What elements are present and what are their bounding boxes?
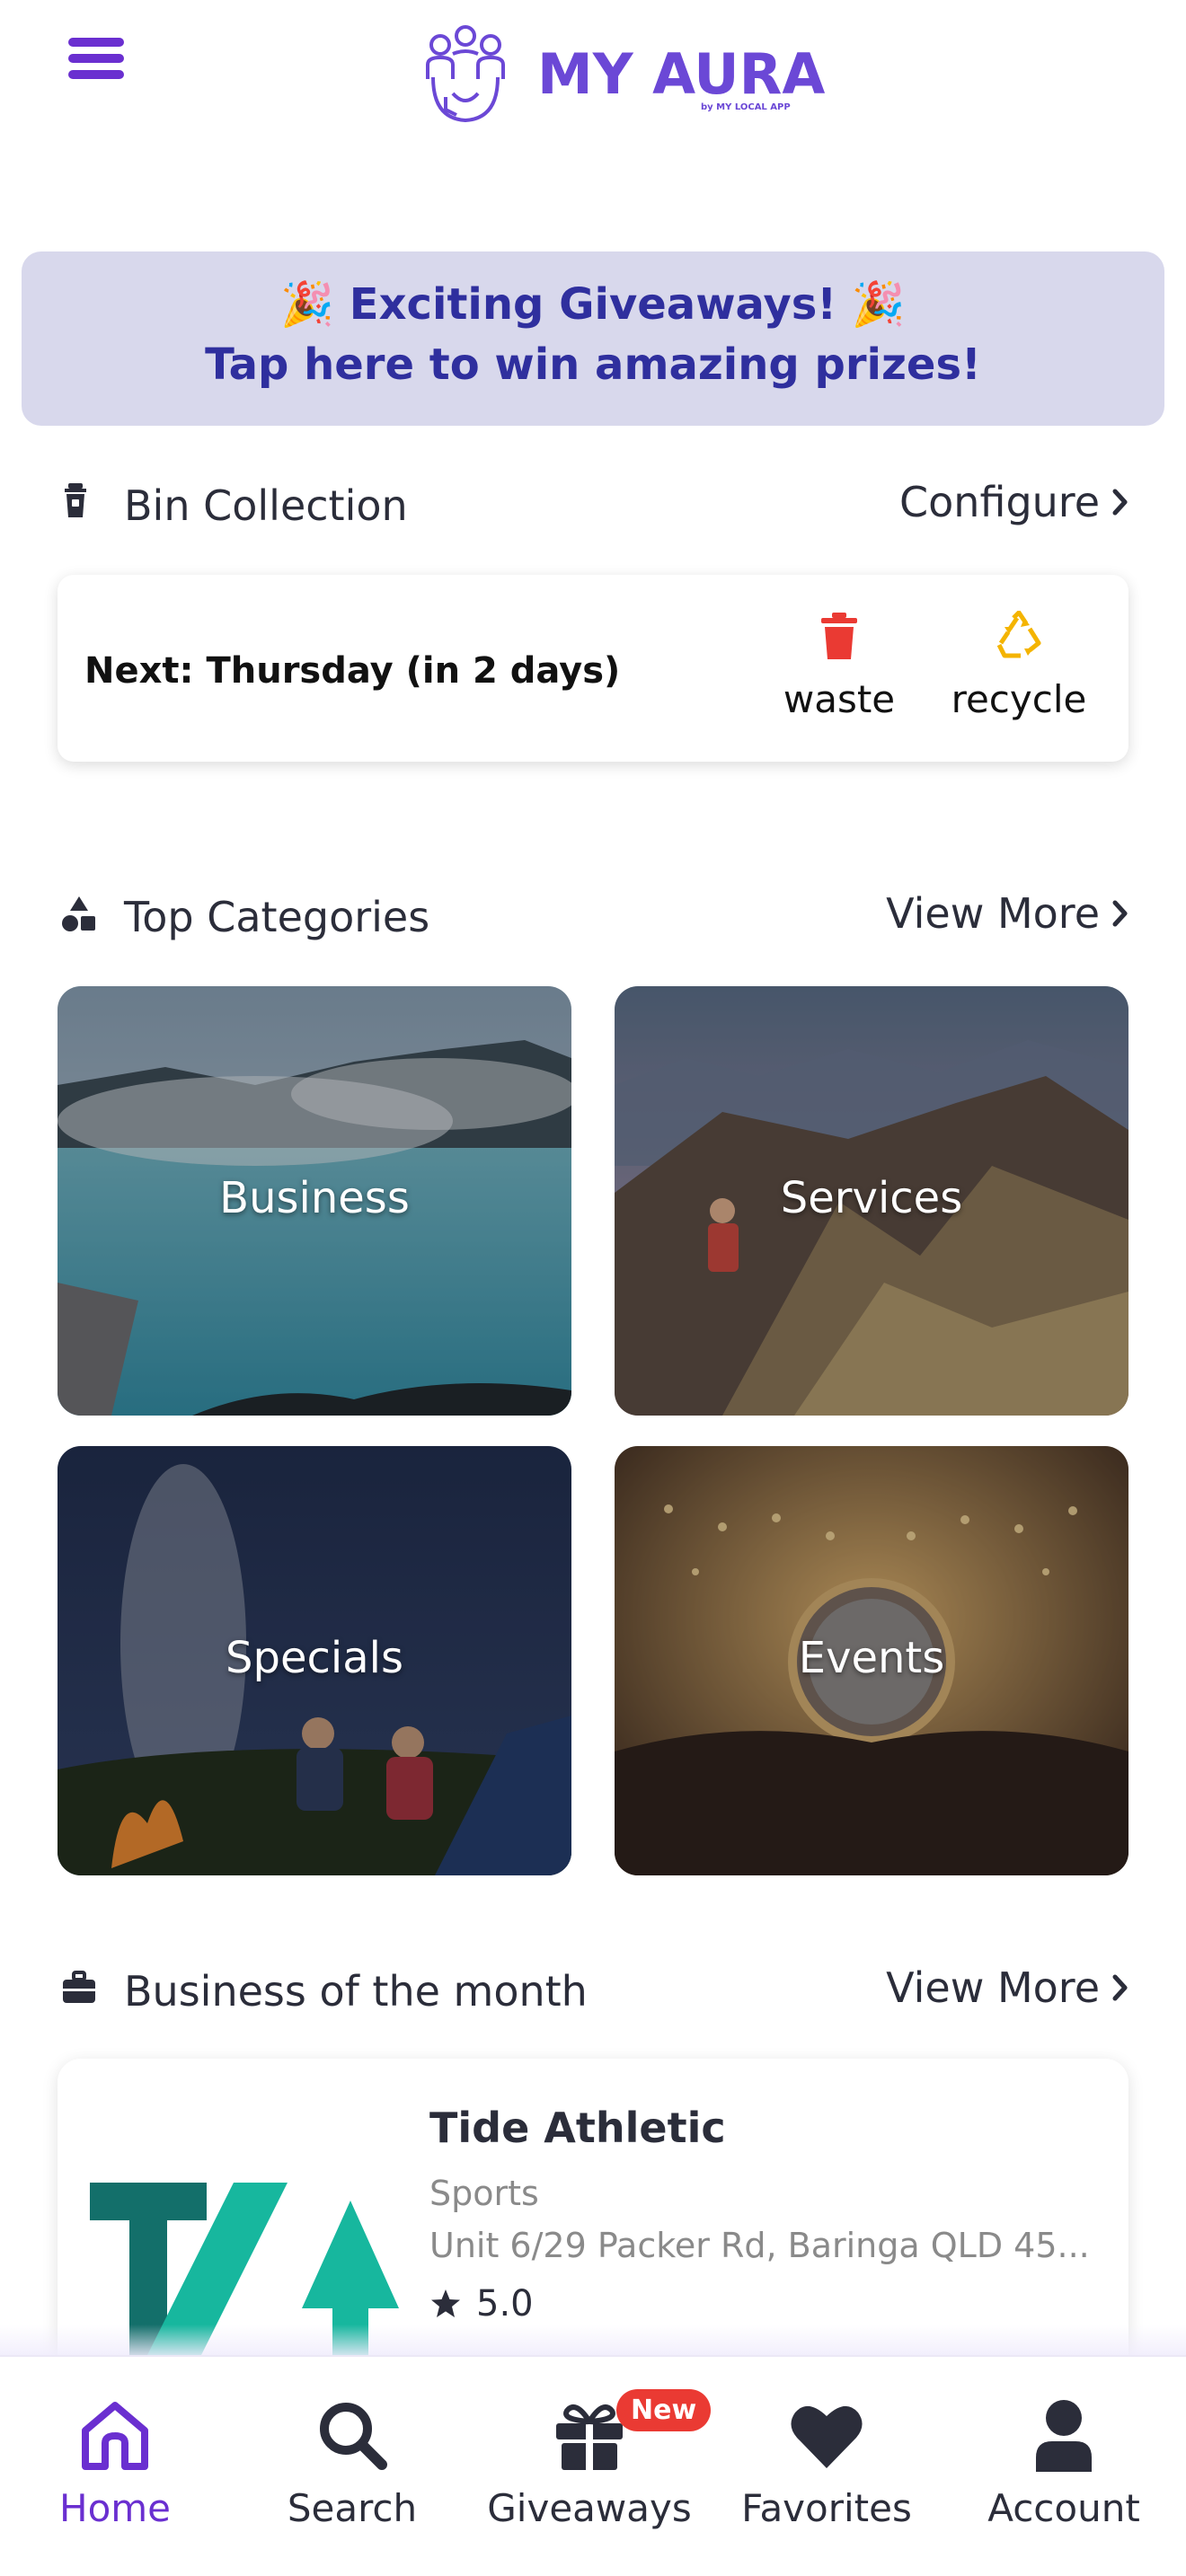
category-label: Specials <box>226 1633 403 1683</box>
bin-type-label: waste <box>783 677 896 721</box>
user-icon <box>1036 2400 1092 2472</box>
search-icon <box>320 2403 387 2470</box>
category-label: Events <box>798 1633 945 1683</box>
bin-collection-header: Bin Collection Configure <box>58 476 1128 539</box>
heart-icon <box>791 2405 863 2468</box>
logo-text: MY AURA <box>537 41 826 107</box>
home-icon <box>82 2402 148 2470</box>
bin-collection-card[interactable]: Next: Thursday (in 2 days) waste recycle <box>58 575 1128 762</box>
business-rating: 5.0 <box>429 2283 534 2325</box>
category-label: Services <box>780 1173 963 1223</box>
next-collection-text: Next: Thursday (in 2 days) <box>84 650 621 692</box>
nav-label: Search <box>287 2486 418 2530</box>
hamburger-menu-icon[interactable] <box>65 34 128 84</box>
view-more-label: View More <box>886 889 1100 938</box>
app-logo: MY AURA by MY LOCAL APP <box>420 23 825 131</box>
category-tile-business[interactable]: Business <box>58 986 571 1416</box>
chevron-right-icon <box>1112 900 1128 927</box>
giveaways-banner[interactable]: 🎉 Exciting Giveaways! 🎉 Tap here to win … <box>22 251 1164 426</box>
rating-value: 5.0 <box>476 2283 534 2325</box>
nav-label: Favorites <box>741 2486 912 2530</box>
trash-can-icon <box>821 613 857 659</box>
view-more-label: View More <box>886 1963 1100 2012</box>
nav-search[interactable]: Search <box>244 2395 460 2530</box>
category-tile-events[interactable]: Events <box>615 1446 1128 1875</box>
view-more-categories-link[interactable]: View More <box>886 889 1128 938</box>
nav-label: Account <box>987 2486 1140 2530</box>
category-tile-specials[interactable]: Specials <box>58 1446 571 1875</box>
logo-people-icon <box>426 25 505 123</box>
view-more-business-link[interactable]: View More <box>886 1963 1128 2012</box>
configure-link[interactable]: Configure <box>899 478 1128 526</box>
business-name: Tide Athletic <box>429 2104 726 2152</box>
briefcase-icon <box>63 1971 95 2003</box>
configure-label: Configure <box>899 478 1100 526</box>
nav-giveaways[interactable]: New Giveaways <box>482 2389 712 2530</box>
business-category: Sports <box>429 2174 539 2213</box>
business-address: Unit 6/29 Packer Rd, Baringa QLD 45... <box>429 2226 1090 2265</box>
bin-type-label: recycle <box>951 677 1087 721</box>
logo-subtext: by MY LOCAL APP <box>701 102 791 112</box>
section-title: Business of the month <box>124 1967 588 2016</box>
nav-account[interactable]: Account <box>956 2395 1172 2530</box>
category-tile-services[interactable]: Services <box>615 986 1128 1416</box>
shapes-icon <box>62 896 95 931</box>
app-header: MY AURA by MY LOCAL APP <box>0 0 1186 162</box>
section-title: Bin Collection <box>124 481 408 530</box>
star-icon <box>431 2289 460 2317</box>
recycle-icon <box>996 611 1041 658</box>
bin-type-waste: waste <box>758 611 920 721</box>
section-title: Top Categories <box>124 893 430 941</box>
new-badge: New <box>616 2389 712 2431</box>
bin-icon <box>65 483 86 517</box>
nav-fade <box>0 2325 1186 2357</box>
nav-home[interactable]: Home <box>7 2395 223 2530</box>
category-label: Business <box>219 1173 410 1223</box>
bottom-navigation: Home Search New Giveaways Favorites Acco… <box>0 2355 1186 2576</box>
banner-title: 🎉 Exciting Giveaways! 🎉 <box>280 279 906 330</box>
top-categories-header: Top Categories View More <box>58 887 1128 950</box>
banner-subtitle: Tap here to win amazing prizes! <box>205 340 981 390</box>
business-of-month-header: Business of the month View More <box>58 1962 1128 2025</box>
nav-label: Giveaways <box>487 2486 692 2530</box>
chevron-right-icon <box>1112 1974 1128 2001</box>
bin-type-recycle: recycle <box>938 611 1100 721</box>
chevron-right-icon <box>1112 489 1128 516</box>
nav-label: Home <box>58 2486 172 2530</box>
nav-favorites[interactable]: Favorites <box>719 2395 934 2530</box>
